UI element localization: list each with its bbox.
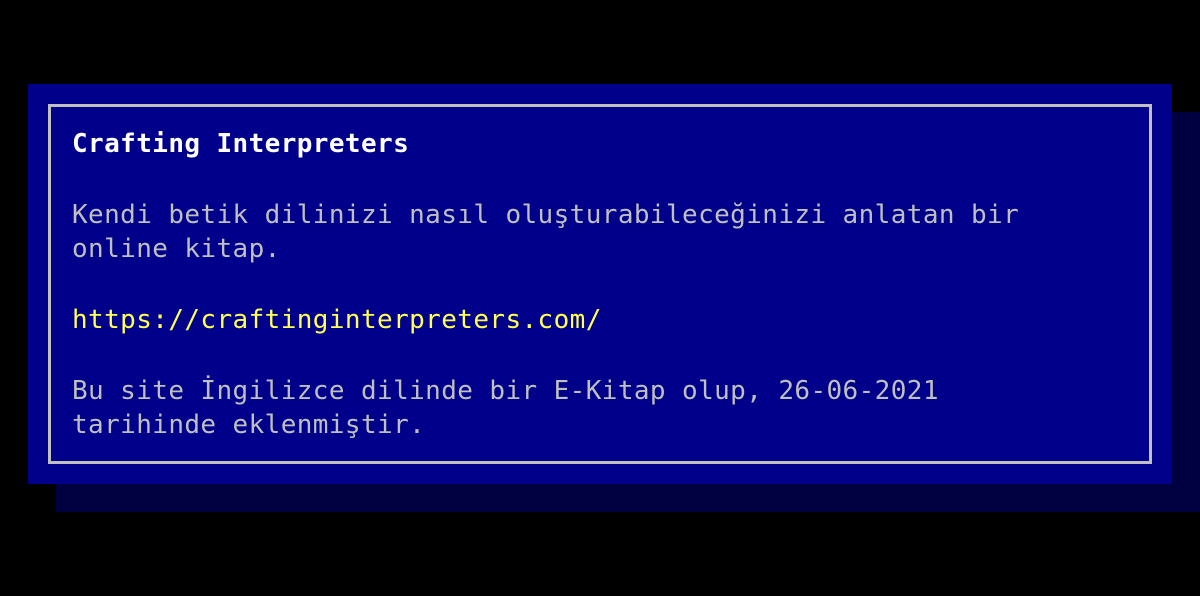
info-dialog: Crafting Interpreters Kendi betik dilini… [28,84,1172,484]
screen: Crafting Interpreters Kendi betik dilini… [0,0,1200,596]
dialog-title: Crafting Interpreters [72,129,410,159]
site-link[interactable]: https://craftinginterpreters.com/ [72,303,602,337]
dialog-description: Kendi betik dilinizi nasıl oluşturabilec… [72,200,1020,264]
dialog-note: Bu site İngilizce dilinde bir E-Kitap ol… [72,376,939,440]
